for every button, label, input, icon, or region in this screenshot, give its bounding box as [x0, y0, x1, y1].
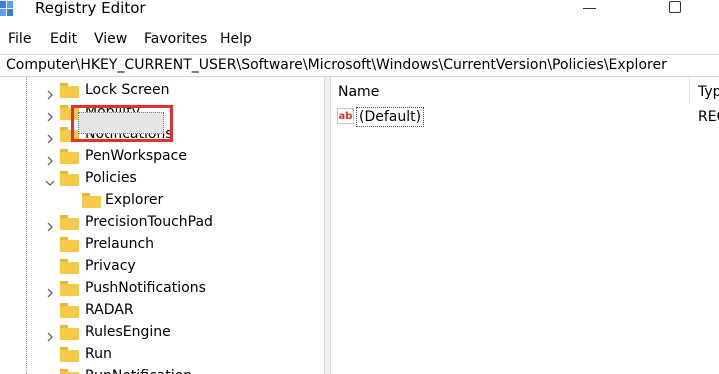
tree-item-label: RulesEngine — [85, 324, 171, 340]
minimize-icon[interactable] — [583, 8, 596, 9]
folder-icon — [60, 347, 79, 362]
folder-icon — [60, 303, 79, 318]
tree-item[interactable]: PrecisionTouchPad — [0, 211, 324, 233]
chevron-right-icon[interactable] — [45, 85, 55, 100]
tree-item[interactable]: Privacy — [0, 255, 324, 277]
column-divider[interactable] — [689, 77, 690, 103]
folder-icon — [60, 369, 79, 374]
menu-help[interactable]: Help — [220, 30, 252, 48]
title-bar: Registry Editor — [0, 0, 719, 26]
folder-icon — [60, 149, 79, 164]
tree-item-label: Run — [85, 346, 112, 362]
tree-item[interactable]: RulesEngine — [0, 321, 324, 343]
string-value-icon: ab — [337, 108, 354, 124]
menu-bar: File Edit View Favorites Help — [0, 28, 719, 50]
tree-item[interactable]: Prelaunch — [0, 233, 324, 255]
folder-icon — [60, 171, 79, 186]
tree-item[interactable]: Lock Screen — [0, 79, 324, 101]
svg-text:ab: ab — [339, 111, 353, 122]
tree-item-label: Lock Screen — [85, 82, 170, 98]
registry-editor-icon — [0, 1, 13, 16]
chevron-right-icon[interactable] — [45, 217, 55, 232]
tree-item[interactable]: RADAR — [0, 299, 324, 321]
tree-item[interactable]: RunNotification — [0, 365, 324, 374]
maximize-icon[interactable] — [669, 1, 681, 13]
tree-item[interactable]: PushNotifications — [0, 277, 324, 299]
highlight-box — [71, 105, 173, 142]
tree-item[interactable]: PenWorkspace — [0, 145, 324, 167]
folder-icon — [82, 193, 101, 208]
values-list[interactable]: Name Type ab (Default) REG_SZ — [331, 77, 719, 374]
tree-item-label: PushNotifications — [85, 280, 206, 296]
menu-view[interactable]: View — [94, 30, 127, 48]
folder-icon — [60, 259, 79, 274]
chevron-right-icon[interactable] — [45, 107, 55, 122]
chevron-down-icon[interactable] — [45, 173, 55, 186]
chevron-right-icon[interactable] — [45, 129, 55, 144]
tree-item-label: Prelaunch — [85, 236, 155, 252]
address-bar[interactable]: Computer\HKEY_CURRENT_USER\Software\Micr… — [0, 54, 719, 77]
folder-icon — [60, 83, 79, 98]
menu-file[interactable]: File — [8, 30, 31, 48]
folder-icon — [60, 325, 79, 340]
tree-item[interactable]: Explorer — [0, 189, 324, 211]
value-name: (Default) — [356, 107, 425, 127]
tree-item-label: RunNotification — [85, 365, 192, 374]
window-title: Registry Editor — [35, 0, 146, 17]
chevron-right-icon[interactable] — [45, 283, 55, 298]
column-header-type[interactable]: Type — [698, 77, 719, 103]
chevron-right-icon[interactable] — [45, 327, 55, 342]
tree-item-label: Privacy — [85, 258, 136, 274]
chevron-right-icon[interactable] — [45, 151, 55, 166]
tree-item-label: Explorer — [105, 192, 164, 208]
folder-icon — [60, 281, 79, 296]
value-row[interactable]: ab (Default) REG_SZ — [331, 106, 719, 128]
tree-item[interactable]: Policies — [0, 167, 324, 189]
menu-edit[interactable]: Edit — [50, 30, 77, 48]
tree-item-label: PenWorkspace — [85, 148, 187, 164]
pane-splitter[interactable] — [324, 77, 331, 374]
tree-item-label: Policies — [85, 170, 137, 186]
tree-item-label: PrecisionTouchPad — [85, 214, 213, 230]
column-header-name[interactable]: Name — [338, 77, 379, 103]
address-path: Computer\HKEY_CURRENT_USER\Software\Micr… — [6, 57, 667, 73]
menu-favorites[interactable]: Favorites — [144, 30, 207, 48]
tree-item-label: RADAR — [85, 302, 134, 318]
folder-icon — [60, 215, 79, 230]
tree-item[interactable]: Run — [0, 343, 324, 365]
value-type: REG_SZ — [698, 109, 719, 125]
folder-icon — [60, 237, 79, 252]
